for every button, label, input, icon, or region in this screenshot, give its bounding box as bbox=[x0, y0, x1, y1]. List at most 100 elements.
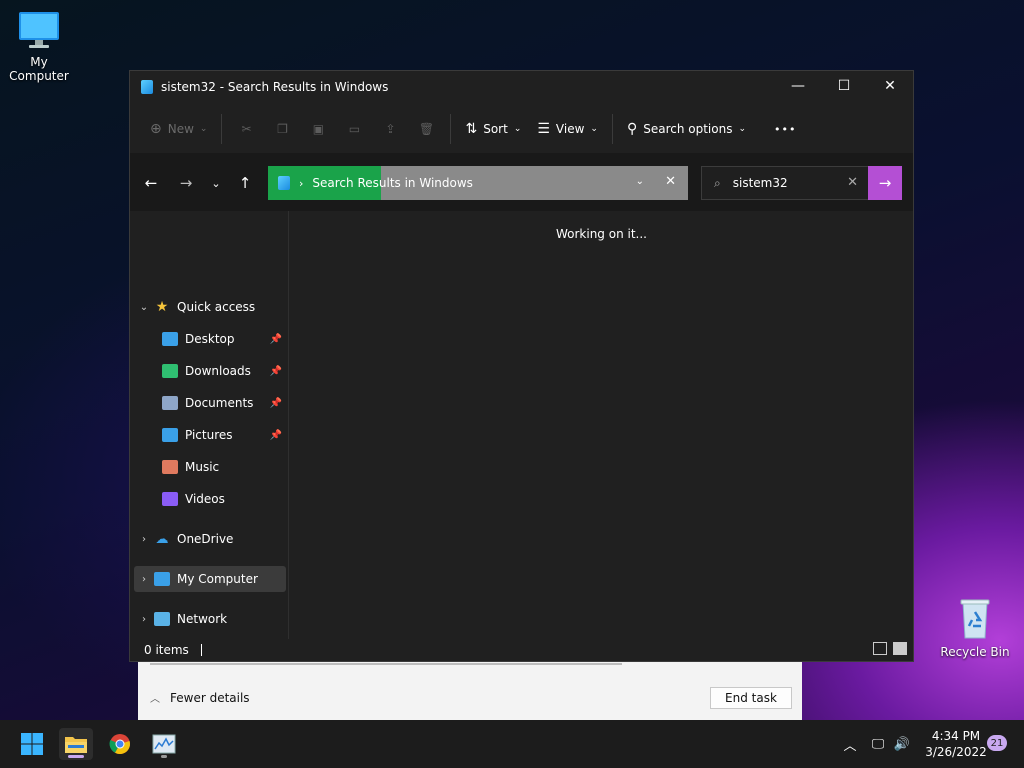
search-box[interactable]: ⌕ ✕ bbox=[701, 166, 869, 200]
notification-badge[interactable]: 21 bbox=[987, 735, 1007, 751]
nav-item-pictures[interactable]: Pictures 📌 bbox=[134, 422, 286, 448]
cloud-icon: ☁ bbox=[155, 531, 169, 547]
separator bbox=[221, 114, 223, 144]
chevron-right-icon[interactable]: › bbox=[134, 534, 154, 545]
navigation-row: ← → ⌄ ↑ › Search Results in Windows ⌄ ✕ … bbox=[130, 153, 913, 211]
more-options-button[interactable]: ••• bbox=[766, 113, 804, 145]
command-bar: ⊕ New ⌄ ✂ ❐ ▣ ▭ ⇪ 🗑 ⇅ Sort ⌄ ☰ View ⌄ ⚲ … bbox=[130, 105, 913, 153]
chevron-down-icon: ⌄ bbox=[199, 124, 208, 134]
delete-button[interactable]: 🗑 bbox=[408, 113, 444, 145]
nav-my-computer[interactable]: › My Computer bbox=[134, 566, 286, 592]
search-options-button[interactable]: ⚲ Search options ⌄ bbox=[619, 113, 754, 145]
clear-search-icon[interactable]: ✕ bbox=[847, 175, 858, 190]
download-icon bbox=[162, 364, 178, 378]
nav-item-downloads[interactable]: Downloads 📌 bbox=[134, 358, 286, 384]
network-icon bbox=[154, 612, 170, 626]
chevron-down-icon[interactable]: ⌄ bbox=[134, 302, 154, 313]
taskbar-file-explorer[interactable] bbox=[59, 728, 93, 760]
music-icon bbox=[162, 460, 178, 474]
pin-icon: 📌 bbox=[269, 429, 282, 441]
copy-icon: ❐ bbox=[277, 122, 288, 136]
task-manager-icon bbox=[152, 734, 176, 754]
address-bar[interactable]: › Search Results in Windows ⌄ ✕ bbox=[268, 166, 688, 200]
minimize-button[interactable]: — bbox=[775, 71, 821, 101]
pin-icon: 📌 bbox=[269, 365, 282, 377]
arrow-right-icon: → bbox=[179, 174, 193, 192]
separator bbox=[611, 114, 613, 144]
view-button[interactable]: ☰ View ⌄ bbox=[529, 113, 606, 145]
nav-label: OneDrive bbox=[177, 532, 234, 546]
nav-item-music[interactable]: Music bbox=[134, 454, 286, 480]
breadcrumb[interactable]: Search Results in Windows bbox=[312, 176, 473, 190]
nav-onedrive[interactable]: › ☁ OneDrive bbox=[134, 526, 286, 552]
cut-button[interactable]: ✂ bbox=[228, 113, 264, 145]
desktop-icon-recycle-bin[interactable]: Recycle Bin bbox=[937, 598, 1013, 659]
volume-icon[interactable]: 🔊 bbox=[892, 737, 912, 752]
search-icon: ⌕ bbox=[714, 175, 721, 190]
address-dropdown-icon[interactable]: ⌄ bbox=[636, 176, 644, 187]
chevron-down-icon: ⌄ bbox=[738, 124, 747, 134]
fewer-details-toggle[interactable]: ︿ Fewer details bbox=[150, 690, 250, 706]
start-button[interactable] bbox=[15, 728, 49, 760]
nav-label: Downloads bbox=[185, 364, 251, 378]
taskbar: ︿ 🖵 🔊 4:34 PM 3/26/2022 bbox=[0, 720, 1024, 768]
desktop-icon-label: Recycle Bin bbox=[940, 645, 1010, 659]
share-button[interactable]: ⇪ bbox=[372, 113, 408, 145]
new-button[interactable]: ⊕ New ⌄ bbox=[142, 113, 215, 145]
paste-button[interactable]: ▣ bbox=[300, 113, 336, 145]
navigation-pane: ⌄ ★ Quick access Desktop 📌 Downloads 📌 Docum… bbox=[130, 211, 289, 639]
nav-label: Music bbox=[185, 460, 220, 474]
trash-icon: 🗑 bbox=[418, 122, 435, 136]
nav-label: Pictures bbox=[185, 428, 233, 442]
nav-item-documents[interactable]: Documents 📌 bbox=[134, 390, 286, 416]
active-indicator bbox=[68, 755, 84, 758]
end-task-button[interactable]: End task bbox=[710, 687, 792, 709]
maximize-button[interactable]: ☐ bbox=[821, 71, 867, 101]
chevron-up-icon: ︿ bbox=[150, 694, 160, 705]
items-count: 0 items bbox=[144, 643, 189, 657]
horizontal-scrollbar[interactable] bbox=[150, 663, 622, 665]
details-view-button[interactable] bbox=[873, 642, 887, 655]
breadcrumb-chevron-icon: › bbox=[299, 176, 304, 190]
close-button[interactable]: ✕ bbox=[867, 71, 913, 101]
forward-button[interactable]: → bbox=[174, 172, 198, 194]
back-button[interactable]: ← bbox=[139, 172, 163, 194]
nav-network[interactable]: › Network bbox=[134, 606, 286, 632]
plus-circle-icon: ⊕ bbox=[150, 121, 162, 137]
taskbar-task-manager[interactable] bbox=[147, 728, 181, 760]
up-button[interactable]: ↑ bbox=[233, 172, 257, 194]
task-manager-window: ︿ Fewer details End task bbox=[138, 660, 802, 720]
chevron-down-icon: ⌄ bbox=[513, 124, 522, 134]
clock[interactable]: 4:34 PM 3/26/2022 bbox=[916, 728, 996, 760]
sort-button[interactable]: ⇅ Sort ⌄ bbox=[457, 113, 529, 145]
pin-icon: 📌 bbox=[269, 333, 282, 345]
nav-item-videos[interactable]: Videos bbox=[134, 486, 286, 512]
copy-button[interactable]: ❐ bbox=[264, 113, 300, 145]
running-indicator bbox=[161, 755, 167, 758]
chevron-right-icon[interactable]: › bbox=[134, 574, 154, 585]
taskbar-chrome[interactable] bbox=[103, 728, 137, 760]
recent-locations-button[interactable]: ⌄ bbox=[204, 172, 228, 194]
file-explorer-window: sistem32 - Search Results in Windows — ☐… bbox=[129, 70, 914, 662]
network-icon[interactable]: 🖵 bbox=[868, 737, 888, 752]
chevron-right-icon[interactable]: › bbox=[134, 614, 154, 625]
monitor-icon bbox=[154, 572, 170, 586]
nav-label: Network bbox=[177, 612, 228, 626]
nav-quick-access[interactable]: ⌄ ★ Quick access bbox=[134, 294, 286, 320]
desktop-icon-label: My Computer bbox=[9, 55, 69, 83]
large-icons-view-button[interactable] bbox=[893, 642, 907, 655]
monitor-icon bbox=[19, 12, 59, 48]
show-hidden-icons-icon[interactable]: ︿ bbox=[840, 735, 860, 754]
file-list-area[interactable]: Working on it... bbox=[290, 211, 913, 639]
search-input[interactable] bbox=[730, 175, 825, 191]
desktop-icon-my-computer[interactable]: My Computer bbox=[1, 10, 77, 83]
stop-search-icon[interactable]: ✕ bbox=[665, 174, 676, 189]
search-options-icon: ⚲ bbox=[626, 121, 638, 137]
status-bar: 0 items bbox=[130, 639, 913, 661]
windows-logo-icon bbox=[21, 733, 43, 755]
title-bar[interactable]: sistem32 - Search Results in Windows — ☐… bbox=[130, 71, 913, 103]
search-go-button[interactable]: → bbox=[868, 166, 902, 200]
nav-item-desktop[interactable]: Desktop 📌 bbox=[134, 326, 286, 352]
rename-button[interactable]: ▭ bbox=[336, 113, 372, 145]
nav-label: Desktop bbox=[185, 332, 235, 346]
